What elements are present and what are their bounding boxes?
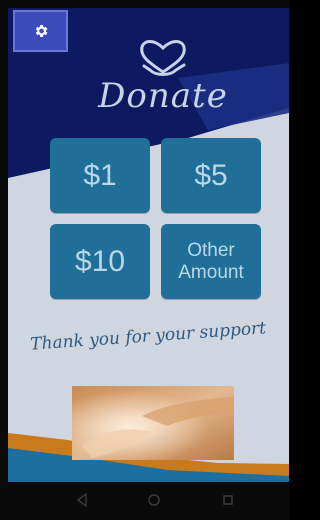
back-triangle-icon xyxy=(75,492,89,512)
logo-text: Donate xyxy=(98,76,228,116)
nav-back-button[interactable] xyxy=(72,492,92,512)
donate-1-label: $1 xyxy=(83,158,117,192)
hands-photo xyxy=(72,386,234,460)
system-nav-bar xyxy=(0,482,290,520)
donate-1-button[interactable]: $1 xyxy=(50,138,150,213)
app-screen: Donate $1 $5 $10 Other Amount Thank you … xyxy=(8,8,289,482)
donate-10-button[interactable]: $10 xyxy=(50,224,150,299)
donate-logo: Donate xyxy=(98,32,228,124)
home-circle-icon xyxy=(147,493,161,512)
phone-frame: Donate $1 $5 $10 Other Amount Thank you … xyxy=(0,0,290,520)
donate-5-label: $5 xyxy=(194,158,228,192)
other-amount-label-line1: Other xyxy=(187,239,235,261)
donate-5-button[interactable]: $5 xyxy=(161,138,261,213)
other-amount-button[interactable]: Other Amount xyxy=(161,224,261,299)
nav-home-button[interactable] xyxy=(144,492,164,512)
other-amount-label-line2: Amount xyxy=(178,261,244,283)
settings-button[interactable] xyxy=(13,10,68,52)
recent-square-icon xyxy=(221,493,235,512)
donate-10-label: $10 xyxy=(74,244,126,278)
gear-icon xyxy=(33,23,49,39)
nav-recent-button[interactable] xyxy=(218,492,238,512)
